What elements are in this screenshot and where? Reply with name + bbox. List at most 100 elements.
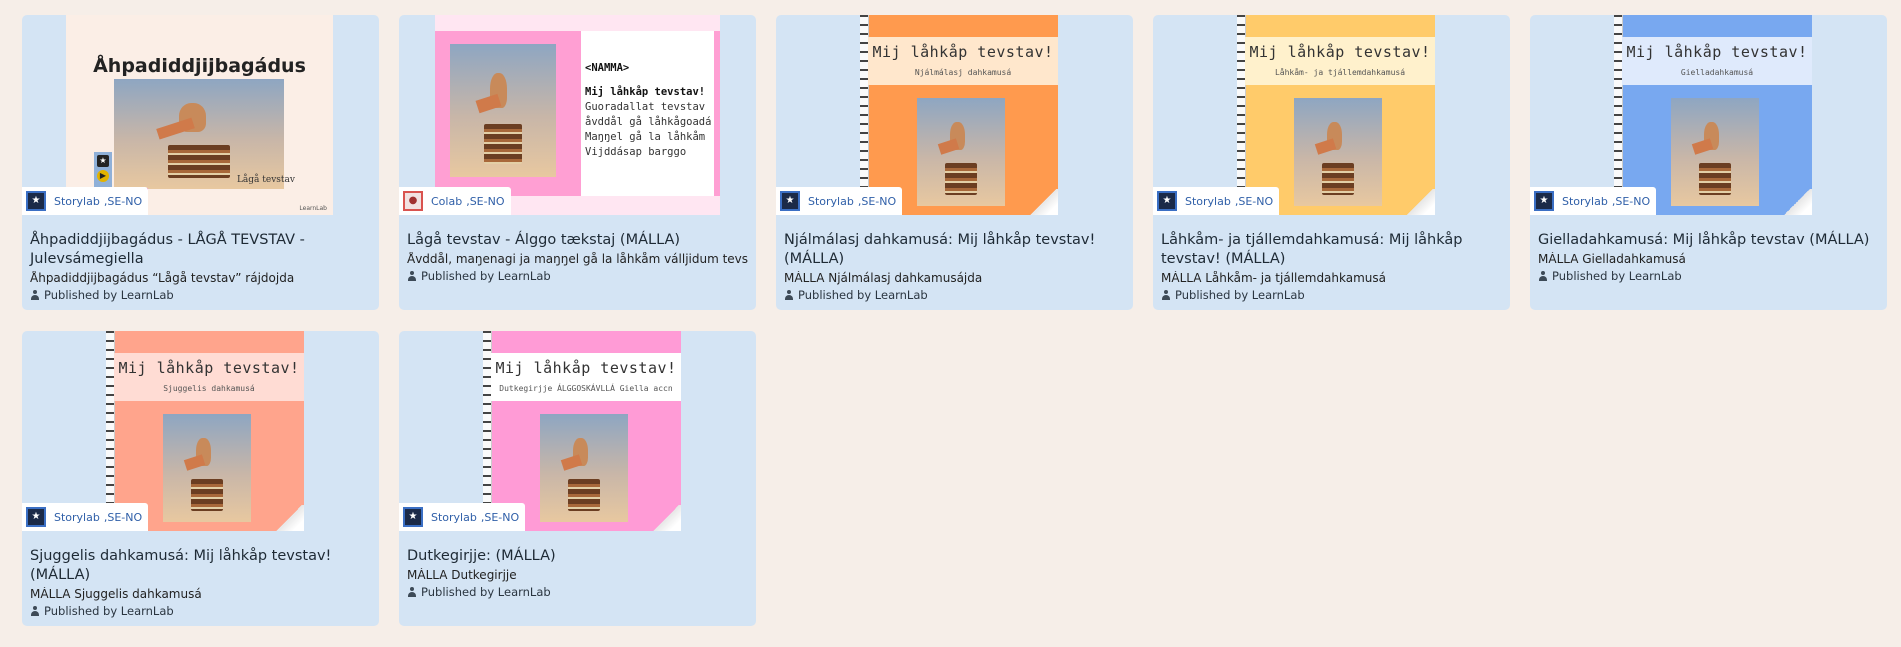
- card-title[interactable]: Lågå tevstav - Álggo tækstaj (MÁLLA): [407, 231, 748, 250]
- card-description: MÁLLA Gielladahkamusá: [1538, 252, 1686, 266]
- storylab-icon: ★: [780, 191, 800, 211]
- person-icon: [407, 271, 417, 281]
- card-thumbnail[interactable]: Mij låhkåp tevstav! Sjuggelis dahkamusá ★ S…: [22, 331, 379, 531]
- cover-subtitle: Lågå tevstav: [236, 175, 295, 185]
- publisher-line: Published by LearnLab: [407, 269, 748, 283]
- resource-card[interactable]: Mij låhkåp tevstav! Njálmálasj dahkamusá ★…: [776, 15, 1133, 310]
- learnlab-logo: LearnLab: [299, 205, 327, 212]
- cover-subtitle: Låhkåm- ja tjállemdahkamusá: [1274, 68, 1406, 77]
- language-code: ,SE-NO: [103, 510, 143, 524]
- storylab-icon: ★: [1157, 191, 1177, 211]
- resource-grid: Åhpadiddjijbagádus Lågå tevstav LearnLab ★ ▶…: [22, 15, 1887, 626]
- publisher-text: Published by LearnLab: [44, 288, 174, 302]
- cover-photo: [163, 414, 251, 522]
- player-controls: ★ ▶: [94, 152, 112, 188]
- platform-badge: ★ Storylab ,SE-NO: [22, 187, 149, 215]
- card-info: Sjuggelis dahkamusá: Mij låhkåp tevstav!…: [22, 531, 379, 618]
- play-icon[interactable]: ▶: [97, 170, 109, 182]
- cover-image: <NAMMA> Mij låhkåp tevstav! Guoradallat te…: [435, 15, 720, 215]
- storylab-icon: ★: [1534, 191, 1554, 211]
- page-curl: [274, 505, 304, 531]
- cover-banner: Mij låhkåp tevstav! Gielladahkamusá: [1622, 37, 1812, 85]
- platform-badge: ● Colab ,SE-NO: [399, 187, 511, 215]
- platform-badge: ★ Storylab ,SE-NO: [22, 503, 149, 531]
- cover-line: Maŋŋel gå la låhkåm: [585, 131, 706, 143]
- language-code: ,SE-NO: [103, 194, 143, 208]
- card-title[interactable]: Åhpadiddjijbagádus - LÅGÅ TEVSTAV - Jule…: [30, 231, 371, 269]
- cover-image: Åhpadiddjijbagádus Lågå tevstav LearnLab ★ ▶: [66, 15, 333, 215]
- cover-subtitle: Dutkegirjje ÁLGGOSKÁVLLÁ Giella accn: [499, 384, 673, 393]
- cover-title: Mij låhkåp tevstav!: [495, 359, 677, 377]
- page-curl: [1028, 189, 1058, 215]
- cover-image: Mij låhkåp tevstav! Gielladahkamusá: [1614, 15, 1812, 215]
- cover-banner: Mij låhkåp tevstav! Låhkåm- ja tjállemdah…: [1245, 37, 1435, 85]
- cover-title: Åhpadiddjijbagádus: [93, 55, 306, 77]
- cover-banner: Mij låhkåp tevstav! Dutkegirjje ÁLGGOSKÁV…: [491, 353, 681, 401]
- resource-card[interactable]: Mij låhkåp tevstav! Låhkåm- ja tjállemdah…: [1153, 15, 1510, 310]
- language-code: ,SE-NO: [857, 194, 897, 208]
- platform-name: Storylab: [1185, 194, 1231, 208]
- language-code: ,SE-NO: [480, 510, 520, 524]
- person-icon: [30, 290, 40, 300]
- card-title[interactable]: Gielladahkamusá: Mij låhkåp tevstav (MÁL…: [1538, 231, 1879, 250]
- card-thumbnail[interactable]: Mij låhkåp tevstav! Njálmálasj dahkamusá ★…: [776, 15, 1133, 215]
- platform-name: Storylab: [1562, 194, 1608, 208]
- resource-card[interactable]: <NAMMA> Mij låhkåp tevstav! Guoradallat te…: [399, 15, 756, 310]
- cover-image: Mij låhkåp tevstav! Dutkegirjje ÁLGGOSKÁV…: [483, 331, 681, 531]
- cover-title: Mij låhkåp tevstav!: [1626, 43, 1808, 61]
- card-thumbnail[interactable]: Mij låhkåp tevstav! Dutkegirjje ÁLGGOSKÁV…: [399, 331, 756, 531]
- platform-name: Storylab: [431, 510, 477, 524]
- cover-subtitle: Njálmálasj dahkamusá: [914, 68, 1012, 77]
- publisher-text: Published by LearnLab: [421, 269, 551, 283]
- person-icon: [30, 606, 40, 616]
- cover-banner: Mij låhkåp tevstav! Njálmálasj dahkamusá: [868, 37, 1058, 85]
- platform-badge: ★ Storylab ,SE-NO: [399, 503, 526, 531]
- card-title[interactable]: Låhkåm- ja tjállemdahkamusá: Mij låhkåp …: [1161, 231, 1502, 269]
- publisher-line: Published by LearnLab: [407, 585, 748, 599]
- language-code: ,SE-NO: [1234, 194, 1274, 208]
- card-info: Gielladahkamusá: Mij låhkåp tevstav (MÁL…: [1530, 215, 1887, 283]
- card-thumbnail[interactable]: Mij låhkåp tevstav! Gielladahkamusá ★ Story…: [1530, 15, 1887, 215]
- storylab-icon: ★: [26, 507, 46, 527]
- cover-heading: Mij låhkåp tevstav!: [585, 86, 706, 98]
- publisher-line: Published by LearnLab: [1161, 288, 1502, 302]
- language-code: ,SE-NO: [466, 194, 505, 208]
- resource-card[interactable]: Mij låhkåp tevstav! Dutkegirjje ÁLGGOSKÁV…: [399, 331, 756, 626]
- platform-name: Storylab: [54, 194, 100, 208]
- platform-badge: ★ Storylab ,SE-NO: [776, 187, 903, 215]
- card-thumbnail[interactable]: <NAMMA> Mij låhkåp tevstav! Guoradallat te…: [399, 15, 756, 215]
- publisher-text: Published by LearnLab: [798, 288, 928, 302]
- cover-line: åvddål gå låhkågoadá: [585, 116, 712, 128]
- cover-photo: [1294, 98, 1382, 206]
- card-info: Njálmálasj dahkamusá: Mij låhkåp tevstav…: [776, 215, 1133, 302]
- publisher-text: Published by LearnLab: [44, 604, 174, 618]
- colab-icon: ●: [403, 191, 423, 211]
- storylab-icon: ★: [403, 507, 423, 527]
- publisher-text: Published by LearnLab: [1175, 288, 1305, 302]
- publisher-line: Published by LearnLab: [30, 604, 371, 618]
- card-info: Åhpadiddjijbagádus - LÅGÅ TEVSTAV - Jule…: [22, 215, 379, 302]
- cover-subtitle: Sjuggelis dahkamusá: [163, 384, 255, 393]
- cover-image: Mij låhkåp tevstav! Njálmálasj dahkamusá: [860, 15, 1058, 215]
- book-icon[interactable]: ★: [97, 155, 109, 167]
- person-icon: [1161, 290, 1171, 300]
- resource-card[interactable]: Mij låhkåp tevstav! Gielladahkamusá ★ Story…: [1530, 15, 1887, 310]
- resource-card[interactable]: Mij låhkåp tevstav! Sjuggelis dahkamusá ★ S…: [22, 331, 379, 626]
- page-curl: [651, 505, 681, 531]
- publisher-line: Published by LearnLab: [784, 288, 1125, 302]
- cover-subtitle: Gielladahkamusá: [1680, 68, 1754, 77]
- card-title[interactable]: Dutkegirjje: (MÁLLA): [407, 547, 748, 566]
- publisher-line: Published by LearnLab: [30, 288, 371, 302]
- card-thumbnail[interactable]: Åhpadiddjijbagádus Lågå tevstav LearnLab ★ ▶…: [22, 15, 379, 215]
- card-title[interactable]: Njálmálasj dahkamusá: Mij låhkåp tevstav…: [784, 231, 1125, 269]
- resource-card[interactable]: Åhpadiddjijbagádus Lågå tevstav LearnLab ★ ▶…: [22, 15, 379, 310]
- card-description: MÁLLA Sjuggelis dahkamusá: [30, 587, 202, 601]
- cover-title: Mij låhkåp tevstav!: [1249, 43, 1431, 61]
- cover-line: Vijddásap barggo: [585, 146, 687, 158]
- person-icon: [784, 290, 794, 300]
- card-title[interactable]: Sjuggelis dahkamusá: Mij låhkåp tevstav!…: [30, 547, 371, 585]
- card-thumbnail[interactable]: Mij låhkåp tevstav! Låhkåm- ja tjállemdah…: [1153, 15, 1510, 215]
- page-curl: [1405, 189, 1435, 215]
- platform-name: Colab: [431, 194, 463, 208]
- card-info: Lågå tevstav - Álggo tækstaj (MÁLLA) Åvdd…: [399, 215, 756, 283]
